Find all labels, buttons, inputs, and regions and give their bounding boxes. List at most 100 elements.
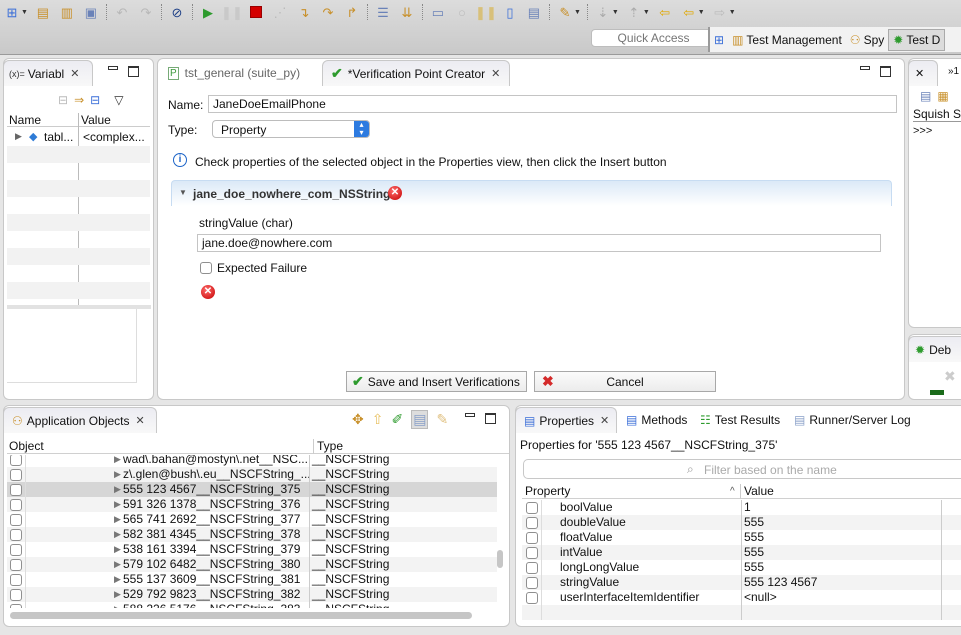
tab-suite[interactable]: P tst_general (suite_py) (160, 60, 308, 86)
object-row[interactable]: ▶ z\.glen@bush\.eu__NSCFString_... __NSCFS… (7, 467, 497, 482)
save-and-insert-button[interactable]: ✔ Save and Insert Verifications (346, 371, 527, 392)
step-return-icon[interactable]: ↱ (343, 4, 361, 20)
expand-arrow-icon[interactable]: ▶ (114, 455, 121, 467)
expand-arrow-icon[interactable]: ▶ (114, 572, 121, 587)
record-icon[interactable]: ○ (453, 4, 471, 20)
step-filter-icon[interactable]: ⇊ (398, 4, 416, 20)
collapse-all-icon[interactable]: ⊟ (90, 93, 100, 107)
object-checkbox[interactable] (10, 559, 22, 571)
redo-icon[interactable]: ↷ (137, 4, 155, 20)
property-checkbox[interactable] (526, 517, 538, 529)
object-checkbox[interactable] (10, 544, 22, 556)
edit-icon[interactable]: ✎ (436, 411, 448, 428)
insert-object-icon[interactable]: ▯ (501, 4, 519, 20)
last-edit-icon[interactable]: ⇦ (656, 4, 674, 20)
expand-arrow-icon[interactable]: ▶ (114, 482, 121, 497)
perspective-test-management[interactable]: ▥ Test Management (728, 29, 846, 51)
expand-arrow-icon[interactable]: ▶ (114, 512, 121, 527)
property-checkbox[interactable] (526, 577, 538, 589)
tab-variables[interactable]: (x)= Variabl ✕ (3, 60, 93, 86)
dropdown-arrow-icon[interactable]: ▼ (698, 9, 705, 16)
close-icon[interactable]: ✕ (70, 67, 79, 80)
object-checkbox[interactable] (10, 484, 22, 496)
property-checkbox[interactable] (526, 562, 538, 574)
step-over-icon[interactable]: ↷ (319, 4, 337, 20)
perspective-test-debug[interactable]: ✹ Test D (888, 28, 946, 51)
expand-arrow-icon[interactable]: ▶ (114, 497, 121, 512)
object-row[interactable]: ▶ 529 792 9823__NSCFString_382 __NSCFStrin… (7, 587, 497, 602)
quick-access-input[interactable] (591, 29, 716, 47)
maximize-icon[interactable] (880, 66, 891, 77)
object-row[interactable]: ▶ 591 326 1378__NSCFString_376 __NSCFStrin… (7, 497, 497, 512)
brush-icon[interactable]: ✎ (556, 4, 574, 20)
object-checkbox[interactable] (10, 589, 22, 601)
scroll-lock-icon[interactable]: ▦ (937, 89, 948, 103)
name-field[interactable]: JaneDoeEmailPhone (208, 95, 897, 113)
dropdown-arrow-icon[interactable]: ▼ (729, 9, 736, 16)
save-icon[interactable]: ▣ (82, 4, 100, 20)
tab-test-results[interactable]: ☷ Test Results (692, 407, 788, 433)
perspective-spy[interactable]: ⚇ Spy (846, 29, 888, 51)
forward-icon[interactable]: ⇨ (711, 4, 729, 20)
prev-annotation-icon[interactable]: ⇡ (625, 4, 643, 20)
object-checkbox[interactable] (10, 455, 22, 466)
remove-section-icon[interactable]: ✕ (388, 186, 402, 200)
tab-console[interactable]: ✕ (908, 60, 938, 86)
eyedropper-icon[interactable]: ✐ (391, 411, 403, 428)
object-checkbox[interactable] (10, 604, 22, 608)
back-icon[interactable]: ⇦ (680, 4, 698, 20)
expand-arrow-icon[interactable]: ▶ (114, 542, 121, 557)
remove-property-icon[interactable]: ✕ (201, 285, 215, 299)
stop-icon[interactable] (247, 4, 265, 20)
object-checkbox[interactable] (10, 529, 22, 541)
expand-arrow-icon[interactable]: ▶ (114, 467, 121, 482)
property-value-field[interactable]: jane.doe@nowhere.com (197, 234, 881, 252)
undo-icon[interactable]: ↶ (113, 4, 131, 20)
tab-runner-server-log[interactable]: ▤ Runner/Server Log (786, 407, 919, 433)
tab-properties[interactable]: ▤ Properties ✕ (515, 407, 617, 433)
open-suite-icon[interactable]: ▥ (58, 4, 76, 20)
collapse-icon[interactable]: ⇒ (74, 93, 84, 107)
skip-breakpoints-icon[interactable]: ⊘ (168, 4, 186, 20)
dropdown-arrow-icon[interactable]: ▼ (574, 9, 581, 16)
close-icon[interactable]: ✕ (915, 67, 924, 80)
view-menu-icon[interactable]: ▽ (114, 93, 123, 107)
object-row[interactable]: ▶ 579 102 6482__NSCFString_380 __NSCFStrin… (7, 557, 497, 572)
collapse-arrow-icon[interactable]: ▼ (179, 188, 187, 197)
minimize-icon[interactable] (108, 66, 118, 70)
maximize-icon[interactable] (128, 66, 139, 77)
variable-detail-area[interactable] (7, 309, 137, 383)
tab-application-objects[interactable]: ⚇ Application Objects ✕ (3, 407, 157, 433)
horizontal-scrollbar[interactable] (10, 612, 472, 619)
tab-debug[interactable]: ✹ Deb (908, 336, 961, 362)
expand-arrow-icon[interactable]: ▶ (114, 587, 121, 602)
go-to-parent-icon[interactable]: ⇧ (372, 411, 384, 428)
show-properties-icon[interactable]: ▤ (411, 410, 429, 429)
maximize-icon[interactable] (485, 413, 496, 424)
object-checkbox[interactable] (10, 499, 22, 511)
close-icon[interactable]: ✕ (136, 414, 145, 427)
vertical-scrollbar[interactable] (497, 550, 503, 568)
tab-methods[interactable]: ▤ Methods (618, 407, 695, 433)
variable-row[interactable]: ▶ ◆ tabl... <complex... (7, 129, 150, 146)
sort-ascending-icon[interactable]: ^ (730, 484, 735, 499)
object-checkbox[interactable] (10, 469, 22, 481)
object-checkbox[interactable] (10, 514, 22, 526)
clear-console-icon[interactable]: ▤ (920, 89, 931, 103)
property-checkbox[interactable] (526, 592, 538, 604)
dropdown-arrow-icon[interactable]: ▼ (21, 9, 28, 16)
tab-overflow-button[interactable]: »1 (948, 66, 959, 77)
object-row[interactable]: ▶ 538 161 3394__NSCFString_379 __NSCFStrin… (7, 542, 497, 557)
property-checkbox[interactable] (526, 547, 538, 559)
property-checkbox[interactable] (526, 532, 538, 544)
object-row[interactable]: ▶ 565 741 2692__NSCFString_377 __NSCFStrin… (7, 512, 497, 527)
close-icon[interactable]: ✕ (491, 67, 500, 80)
type-select[interactable]: Property ▴ ▾ (212, 120, 370, 138)
expand-arrow-icon[interactable]: ▶ (15, 131, 22, 142)
window-icon[interactable]: ▤ (525, 4, 543, 20)
expected-failure-checkbox[interactable] (200, 262, 212, 274)
pick-object-icon[interactable]: ✥ (352, 411, 364, 428)
pause-record-icon[interactable]: ❚❚ (475, 4, 497, 20)
object-row[interactable]: ▶ 555 137 3609__NSCFString_381 __NSCFStrin… (7, 572, 497, 587)
record-snippet-icon[interactable]: ▭ (429, 4, 447, 20)
